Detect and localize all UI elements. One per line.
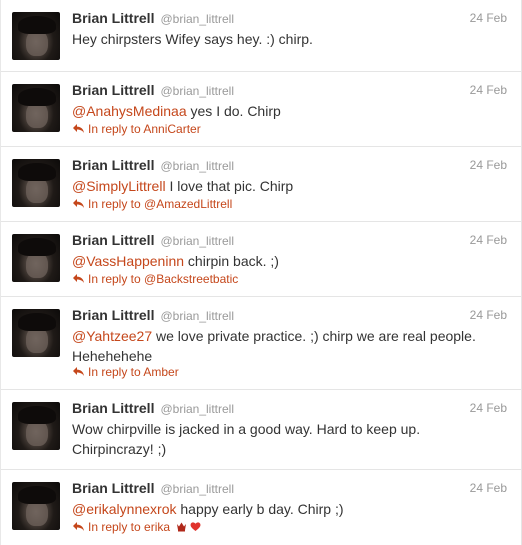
tweet-header: Brian Littrell @brian_littrell 24 Feb	[72, 306, 507, 324]
avatar[interactable]	[12, 159, 60, 207]
tweet-header: Brian Littrell @brian_littrell 24 Feb	[72, 156, 507, 174]
tweet-text: @VassHappeninn chirpin back. ;)	[72, 251, 505, 271]
author-name[interactable]: Brian Littrell	[72, 307, 154, 323]
in-reply-to-link[interactable]: In reply to AnniCarter	[72, 122, 201, 136]
tweet-text: Wow chirpville is jacked in a good way. …	[72, 421, 421, 457]
tweet-body: chirpin back. ;)	[184, 253, 279, 269]
tweet-item[interactable]: Brian Littrell @brian_littrell 24 Feb Hey…	[1, 0, 521, 72]
author-handle[interactable]: @brian_littrell	[160, 234, 234, 248]
tweet-item[interactable]: Brian Littrell @brian_littrell 24 Feb @er…	[1, 470, 521, 545]
tweet-item[interactable]: Brian Littrell @brian_littrell 24 Feb Wow…	[1, 390, 521, 470]
in-reply-to-label[interactable]: In reply to erika	[88, 520, 170, 534]
tweet-timestamp[interactable]: 24 Feb	[470, 156, 507, 174]
in-reply-to-label[interactable]: In reply to AnniCarter	[88, 122, 201, 136]
tweet-timestamp[interactable]: 24 Feb	[470, 306, 507, 324]
avatar[interactable]	[12, 84, 60, 132]
tweet-timeline: Brian Littrell @brian_littrell 24 Feb Hey…	[0, 0, 522, 545]
tweet-timestamp[interactable]: 24 Feb	[470, 231, 507, 249]
crown-icon	[177, 522, 187, 532]
in-reply-to-link[interactable]: In reply to erika	[72, 520, 201, 534]
author-name[interactable]: Brian Littrell	[72, 480, 154, 496]
mention-link[interactable]: @AnahysMedinaa	[72, 103, 187, 119]
avatar[interactable]	[12, 234, 60, 282]
author-handle[interactable]: @brian_littrell	[160, 402, 234, 416]
tweet-text: @erikalynnexrok happy early b day. Chirp…	[72, 499, 505, 519]
reply-arrow-icon	[73, 522, 84, 531]
author-name[interactable]: Brian Littrell	[72, 82, 154, 98]
reply-arrow-icon	[73, 124, 84, 133]
author-handle[interactable]: @brian_littrell	[160, 84, 234, 98]
tweet-header: Brian Littrell @brian_littrell 24 Feb	[72, 81, 507, 99]
author-name[interactable]: Brian Littrell	[72, 10, 154, 26]
avatar[interactable]	[12, 309, 60, 357]
tweet-item[interactable]: Brian Littrell @brian_littrell 24 Feb @An…	[1, 72, 521, 147]
in-reply-to-label[interactable]: In reply to Amber	[88, 365, 179, 379]
mention-link[interactable]: @Yahtzee27	[72, 328, 152, 344]
tweet-timestamp[interactable]: 24 Feb	[470, 9, 507, 27]
author-name[interactable]: Brian Littrell	[72, 232, 154, 248]
tweet-item[interactable]: Brian Littrell @brian_littrell 24 Feb @Va…	[1, 222, 521, 297]
reply-arrow-icon	[73, 274, 84, 283]
author-handle[interactable]: @brian_littrell	[160, 482, 234, 496]
tweet-text: @SimplyLittrell I love that pic. Chirp	[72, 176, 505, 196]
avatar[interactable]	[12, 482, 60, 530]
in-reply-to-label[interactable]: In reply to @AmazedLittrell	[88, 197, 232, 211]
author-handle[interactable]: @brian_littrell	[160, 12, 234, 26]
tweet-body: yes I do. Chirp	[186, 103, 281, 119]
tweet-timestamp[interactable]: 24 Feb	[470, 479, 507, 497]
author-name[interactable]: Brian Littrell	[72, 400, 154, 416]
tweet-header: Brian Littrell @brian_littrell 24 Feb	[72, 399, 507, 417]
tweet-header: Brian Littrell @brian_littrell 24 Feb	[72, 479, 507, 497]
tweet-body: I love that pic. Chirp	[165, 178, 294, 194]
author-name[interactable]: Brian Littrell	[72, 157, 154, 173]
reply-arrow-icon	[73, 367, 84, 376]
tweet-header: Brian Littrell @brian_littrell 24 Feb	[72, 9, 507, 27]
avatar[interactable]	[12, 402, 60, 450]
tweet-body: happy early b day. Chirp ;)	[176, 501, 344, 517]
in-reply-to-link[interactable]: In reply to Amber	[72, 365, 179, 379]
mention-link[interactable]: @SimplyLittrell	[72, 178, 166, 194]
tweet-text: @Yahtzee27 we love private practice. ;) …	[72, 326, 505, 366]
in-reply-to-link[interactable]: In reply to @Backstreetbatic	[72, 272, 238, 286]
in-reply-to-link[interactable]: In reply to @AmazedLittrell	[72, 197, 232, 211]
heart-icon	[190, 522, 201, 531]
tweet-text: Hey chirpsters Wifey says hey. :) chirp.	[72, 31, 313, 47]
mention-link[interactable]: @VassHappeninn	[72, 253, 184, 269]
author-handle[interactable]: @brian_littrell	[160, 159, 234, 173]
avatar[interactable]	[12, 12, 60, 60]
tweet-header: Brian Littrell @brian_littrell 24 Feb	[72, 231, 507, 249]
tweet-item[interactable]: Brian Littrell @brian_littrell 24 Feb @Si…	[1, 147, 521, 222]
tweet-text: @AnahysMedinaa yes I do. Chirp	[72, 101, 505, 121]
author-handle[interactable]: @brian_littrell	[160, 309, 234, 323]
reply-arrow-icon	[73, 199, 84, 208]
mention-link[interactable]: @erikalynnexrok	[72, 501, 176, 517]
in-reply-to-label[interactable]: In reply to @Backstreetbatic	[88, 272, 238, 286]
tweet-timestamp[interactable]: 24 Feb	[470, 81, 507, 99]
tweet-timestamp[interactable]: 24 Feb	[470, 399, 507, 417]
tweet-item[interactable]: Brian Littrell @brian_littrell 24 Feb @Ya…	[1, 297, 521, 390]
